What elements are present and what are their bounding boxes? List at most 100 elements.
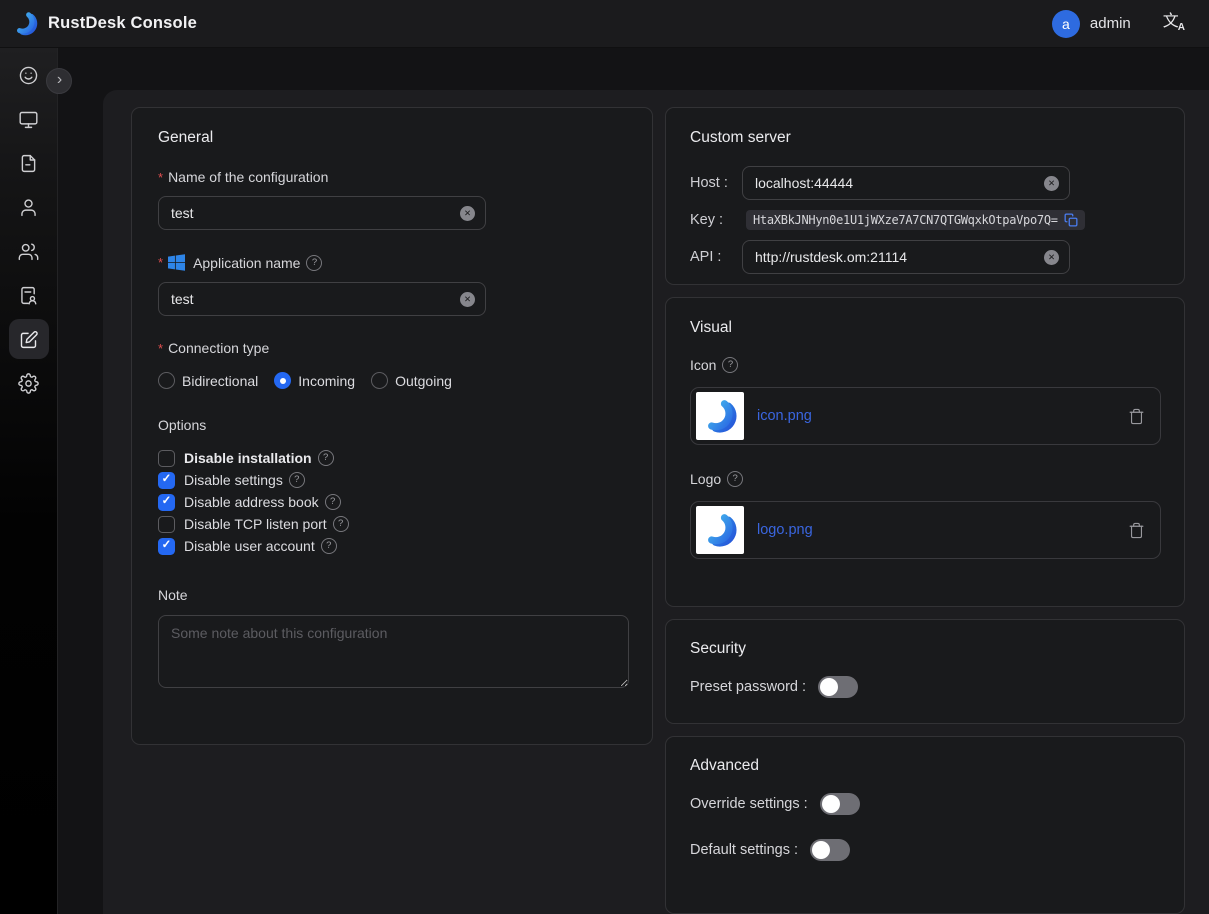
icon-label: Icon ? <box>690 357 1160 373</box>
sidebar-item-audit[interactable] <box>9 143 49 183</box>
required-marker: * <box>158 170 163 185</box>
general-card: General * Name of the configuration ✕ * <box>131 107 653 745</box>
help-icon[interactable]: ? <box>321 538 337 554</box>
option-label: Disable TCP listen port <box>184 516 327 532</box>
radio-label: Bidirectional <box>182 373 258 389</box>
api-label: API : <box>690 249 742 265</box>
radio-icon[interactable] <box>158 372 175 389</box>
check-icon: ✓ <box>162 496 172 508</box>
help-icon[interactable]: ? <box>333 516 349 532</box>
switch-knob <box>820 678 838 696</box>
option-disable-tcp-listen-port[interactable]: ✓ Disable TCP listen port ? <box>158 513 626 535</box>
checkbox-icon-checked[interactable]: ✓ <box>158 472 175 489</box>
topbar-right: a admin 文A <box>1052 10 1185 38</box>
clear-icon[interactable]: ✕ <box>1044 176 1059 191</box>
checkbox-icon[interactable]: ✓ <box>158 450 175 467</box>
sidebar-item-devices[interactable] <box>9 99 49 139</box>
smiley-icon <box>18 65 39 86</box>
checkbox-icon-checked[interactable]: ✓ <box>158 538 175 555</box>
users-icon <box>18 241 39 262</box>
default-settings-row: Default settings : <box>690 839 1160 861</box>
sidebar-item-groups[interactable] <box>9 231 49 271</box>
checkbox-icon[interactable]: ✓ <box>158 516 175 533</box>
default-settings-toggle[interactable] <box>810 839 850 861</box>
advanced-title: Advanced <box>690 757 1160 775</box>
check-icon: ✓ <box>162 474 172 486</box>
sidebar-item-dashboard[interactable] <box>9 55 49 95</box>
option-disable-user-account[interactable]: ✓ Disable user account ? <box>158 535 626 557</box>
logo-preview-thumbnail <box>696 506 744 554</box>
custom-server-card: Custom server Host : ✕ Key : HtaXBkJNHy <box>665 107 1185 285</box>
help-icon[interactable]: ? <box>318 450 334 466</box>
copy-icon[interactable] <box>1064 213 1078 227</box>
delete-icon[interactable] <box>1128 408 1145 425</box>
option-disable-settings[interactable]: ✓ Disable settings ? <box>158 469 626 491</box>
document-icon <box>18 153 39 174</box>
language-switcher-icon[interactable]: 文A <box>1163 14 1185 33</box>
api-input[interactable] <box>755 249 1044 265</box>
clear-icon[interactable]: ✕ <box>460 292 475 307</box>
windows-logo-icon <box>168 254 185 271</box>
options-label: Options <box>158 417 626 433</box>
avatar[interactable]: a <box>1052 10 1080 38</box>
sidebar-item-custom-clients[interactable] <box>9 319 49 359</box>
help-icon[interactable]: ? <box>306 255 322 271</box>
radio-icon[interactable] <box>371 372 388 389</box>
left-column: General * Name of the configuration ✕ * <box>131 107 653 914</box>
host-input[interactable] <box>755 175 1044 191</box>
app-name-label: * Application name ? <box>158 254 626 271</box>
config-name-label-text: Name of the configuration <box>168 169 328 185</box>
help-icon[interactable]: ? <box>727 471 743 487</box>
sidebar-item-users[interactable] <box>9 187 49 227</box>
icon-upload-row: icon.png <box>690 387 1161 445</box>
sidebar-item-settings[interactable] <box>9 363 49 403</box>
delete-icon[interactable] <box>1128 522 1145 539</box>
option-disable-address-book[interactable]: ✓ Disable address book ? <box>158 491 626 513</box>
clear-icon[interactable]: ✕ <box>460 206 475 221</box>
switch-knob <box>822 795 840 813</box>
chevron-right-icon: › <box>57 72 62 88</box>
radio-label: Outgoing <box>395 373 452 389</box>
preset-password-label: Preset password : <box>690 679 806 695</box>
user-menu[interactable]: a admin <box>1052 10 1131 38</box>
logo-file-link[interactable]: logo.png <box>757 522 1128 538</box>
note-textarea[interactable] <box>158 615 629 688</box>
app-name-input[interactable] <box>171 291 460 307</box>
radio-outgoing[interactable]: Outgoing <box>371 372 452 389</box>
sidebar <box>0 48 58 914</box>
server-key-chip: HtaXBkJNHyn0e1U1jWXze7A7CN7QTGWqxkOtpaVp… <box>746 210 1085 230</box>
radio-icon-selected[interactable] <box>274 372 291 389</box>
advanced-card: Advanced Override settings : Default set… <box>665 736 1185 914</box>
default-settings-label: Default settings : <box>690 842 798 858</box>
sidebar-expand-button[interactable]: › <box>46 68 72 94</box>
help-icon[interactable]: ? <box>325 494 341 510</box>
logo-upload-row: logo.png <box>690 501 1161 559</box>
icon-file-link[interactable]: icon.png <box>757 408 1128 424</box>
config-name-input[interactable] <box>171 205 460 221</box>
host-label: Host : <box>690 175 742 191</box>
username: admin <box>1090 15 1131 32</box>
help-icon[interactable]: ? <box>289 472 305 488</box>
radio-incoming[interactable]: Incoming <box>274 372 355 389</box>
clear-icon[interactable]: ✕ <box>1044 250 1059 265</box>
security-title: Security <box>690 640 1160 658</box>
rustdesk-logo-icon <box>12 10 39 37</box>
option-disable-installation[interactable]: ✓ Disable installation ? <box>158 447 626 469</box>
checkbox-icon-checked[interactable]: ✓ <box>158 494 175 511</box>
icon-label-text: Icon <box>690 357 716 373</box>
custom-server-title: Custom server <box>690 129 1160 147</box>
preset-password-toggle[interactable] <box>818 676 858 698</box>
host-input-wrap: ✕ <box>742 166 1070 200</box>
connection-type-label-text: Connection type <box>168 340 269 356</box>
key-row: Key : HtaXBkJNHyn0e1U1jWXze7A7CN7QTGWqxk… <box>690 206 1160 234</box>
sidebar-item-address-books[interactable] <box>9 275 49 315</box>
content-panel: General * Name of the configuration ✕ * <box>103 90 1209 914</box>
override-settings-toggle[interactable] <box>820 793 860 815</box>
user-icon <box>18 197 39 218</box>
app-name-label-text: Application name <box>193 255 300 271</box>
app-body: › General * Name of the configuration ✕ <box>0 48 1209 914</box>
app-name-input-wrap: ✕ <box>158 282 486 316</box>
help-icon[interactable]: ? <box>722 357 738 373</box>
radio-bidirectional[interactable]: Bidirectional <box>158 372 258 389</box>
required-marker: * <box>158 255 163 270</box>
